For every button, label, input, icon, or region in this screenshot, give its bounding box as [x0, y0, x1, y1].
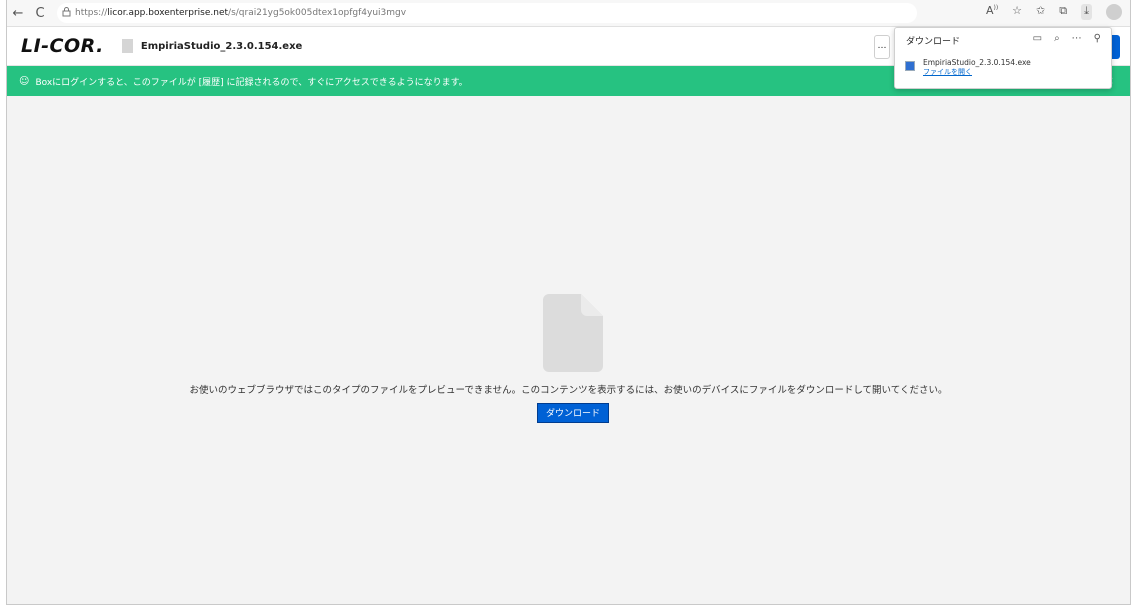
- more-icon[interactable]: ⋯: [1072, 33, 1082, 44]
- file-name: EmpiriaStudio_2.3.0.154.exe: [140, 40, 303, 52]
- licor-logo[interactable]: LI-COR.: [21, 35, 104, 57]
- download-button[interactable]: ダウンロード: [537, 403, 609, 423]
- banner-text: Boxにログインすると、このファイルが [履歴] に記録されるので、すぐにアクセ…: [35, 77, 468, 88]
- downloads-title: ダウンロード: [906, 37, 961, 47]
- exe-file-icon: [905, 61, 915, 71]
- refresh-icon[interactable]: C: [29, 6, 51, 21]
- file-title: EmpiriaStudio_2.3.0.154.exe: [121, 39, 303, 53]
- pin-icon[interactable]: ⚲: [1094, 33, 1101, 44]
- browser-window: ← C https:// licor.app.boxenterprise.net…: [6, 0, 1131, 605]
- browser-toolbar: ← C https:// licor.app.boxenterprise.net…: [7, 0, 1130, 27]
- info-icon: ☺: [19, 75, 30, 87]
- downloads-panel-actions: ▭ ⌕ ⋯ ⚲: [1033, 33, 1101, 44]
- preview-area: お使いのウェブブラウザではこのタイプのファイルをプレビューできません。このコンテ…: [7, 96, 1130, 604]
- more-options-button[interactable]: …: [874, 35, 890, 59]
- browser-tools: A)) ☆ ✩ ⧉ ⤓: [986, 4, 1122, 20]
- downloads-icon[interactable]: ⤓: [1081, 4, 1092, 20]
- url-path: /s/qrai21yg5ok005dtex1opfgf4yui3mgv: [228, 8, 407, 18]
- download-file-name: EmpiriaStudio_2.3.0.154.exe: [923, 58, 1031, 67]
- favorites-list-icon[interactable]: ✩: [1036, 4, 1045, 20]
- download-item[interactable]: EmpiriaStudio_2.3.0.154.exe ファイルを開く: [905, 58, 1031, 77]
- file-icon: [121, 39, 133, 53]
- document-icon: [543, 294, 603, 372]
- profile-avatar[interactable]: [1106, 4, 1122, 20]
- url-host: licor.app.boxenterprise.net: [107, 8, 229, 18]
- downloads-panel: ダウンロード ▭ ⌕ ⋯ ⚲ EmpiriaStudio_2.3.0.154.e…: [894, 27, 1112, 89]
- address-bar[interactable]: https:// licor.app.boxenterprise.net /s/…: [57, 3, 917, 23]
- search-icon[interactable]: ⌕: [1054, 33, 1060, 44]
- open-file-link[interactable]: ファイルを開く: [923, 67, 1031, 77]
- back-icon[interactable]: ←: [7, 6, 29, 21]
- url-prefix: https://: [75, 8, 108, 18]
- folder-icon[interactable]: ▭: [1033, 33, 1042, 44]
- preview-unavailable-message: お使いのウェブブラウザではこのタイプのファイルをプレビューできません。このコンテ…: [189, 385, 948, 396]
- favorite-icon[interactable]: ☆: [1012, 4, 1022, 20]
- read-aloud-icon[interactable]: A)): [986, 4, 998, 20]
- lock-icon: [57, 6, 75, 20]
- collections-icon[interactable]: ⧉: [1059, 4, 1067, 20]
